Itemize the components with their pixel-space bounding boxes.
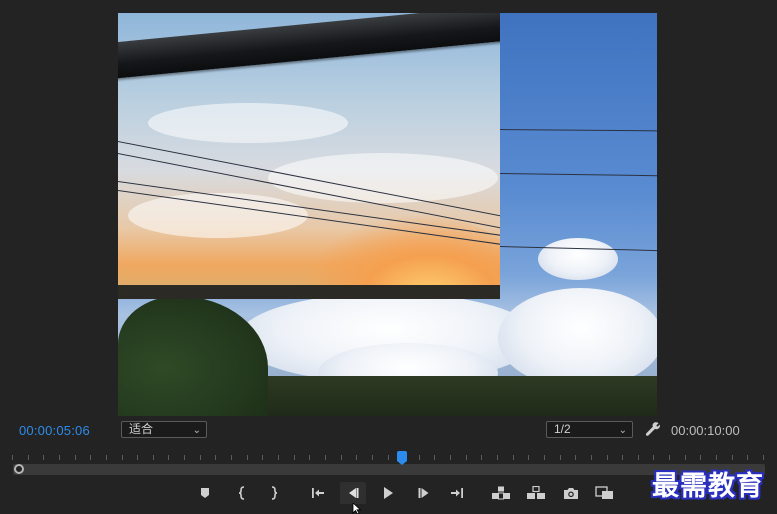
ruler-tick	[200, 455, 201, 460]
ruler-tick	[215, 455, 216, 460]
ruler-tick	[294, 455, 295, 460]
add-marker-button[interactable]	[192, 482, 218, 504]
ruler-tick	[528, 455, 529, 460]
mark-out-icon	[271, 486, 278, 500]
ruler-tick	[278, 455, 279, 460]
mark-in-button[interactable]	[229, 482, 255, 504]
ruler-tick	[591, 455, 592, 460]
ruler-tick	[732, 455, 733, 460]
ruler-tick	[247, 455, 248, 460]
ruler-tick	[638, 455, 639, 460]
step-forward-button[interactable]	[411, 482, 437, 504]
dark-treeline	[118, 285, 500, 299]
monitor-info-row: 00:00:05:06 适合 ⌄ 1/2 ⌄ 00:00:10:00	[0, 418, 777, 442]
playhead[interactable]	[397, 451, 407, 465]
ruler-tick	[544, 455, 545, 460]
ruler-tick	[575, 455, 576, 460]
ruler-tick	[481, 455, 482, 460]
wrench-icon[interactable]	[645, 421, 661, 437]
steel-beam	[118, 13, 500, 79]
ruler-tick	[309, 455, 310, 460]
time-ruler[interactable]	[12, 447, 765, 461]
ruler-tick	[434, 455, 435, 460]
ruler-tick	[716, 455, 717, 460]
ruler-tick	[231, 455, 232, 460]
ruler-tick	[122, 455, 123, 460]
go-to-out-icon	[451, 488, 463, 498]
ruler-tick	[184, 455, 185, 460]
step-back-button[interactable]	[340, 482, 366, 504]
cloud	[128, 193, 308, 238]
ruler-tick	[341, 455, 342, 460]
export-frame-button[interactable]	[558, 482, 584, 504]
chevron-down-icon: ⌄	[618, 425, 627, 436]
ruler-tick	[419, 455, 420, 460]
ruler-tick	[59, 455, 60, 460]
ruler-tick	[106, 455, 107, 460]
play-button[interactable]	[375, 482, 401, 504]
ruler-tick	[685, 455, 686, 460]
ruler-tick	[90, 455, 91, 460]
step-forward-icon	[418, 488, 429, 498]
ruler-tick	[356, 455, 357, 460]
cloud	[148, 103, 348, 143]
ruler-tick	[497, 455, 498, 460]
step-back-icon	[349, 488, 359, 498]
chevron-down-icon: ⌄	[192, 425, 201, 436]
playback-resolution-select[interactable]: 1/2 ⌄	[546, 421, 633, 438]
ruler-tick	[372, 455, 373, 460]
ruler-tick	[43, 455, 44, 460]
ruler-tick	[262, 455, 263, 460]
go-to-in-button[interactable]	[305, 482, 331, 504]
ruler-tick	[622, 455, 623, 460]
ruler-tick	[560, 455, 561, 460]
cloud	[498, 288, 657, 388]
mark-out-button[interactable]	[261, 482, 287, 504]
extract-icon	[527, 486, 545, 499]
ruler-tick	[388, 455, 389, 460]
ruler-tick	[28, 455, 29, 460]
go-to-out-button[interactable]	[444, 482, 470, 504]
go-to-in-icon	[312, 488, 324, 498]
ruler-tick	[747, 455, 748, 460]
marker-icon	[201, 488, 209, 498]
mark-in-icon	[238, 486, 245, 500]
zoom-level-value: 适合	[129, 422, 154, 436]
current-timecode[interactable]: 00:00:05:06	[19, 423, 90, 438]
duration-timecode: 00:00:10:00	[671, 423, 740, 438]
extract-button[interactable]	[523, 482, 549, 504]
compare-icon	[595, 486, 613, 499]
ruler-tick	[763, 455, 764, 460]
program-monitor: 00:00:05:06 适合 ⌄ 1/2 ⌄ 00:00:10:00 最需教育	[0, 0, 777, 514]
zoom-scroll-handle[interactable]	[14, 464, 24, 474]
ruler-tick	[75, 455, 76, 460]
ruler-tick	[153, 455, 154, 460]
ruler-tick	[168, 455, 169, 460]
camera-icon	[564, 487, 578, 499]
play-icon	[384, 487, 393, 499]
ruler-tick	[12, 455, 13, 460]
ruler-tick	[466, 455, 467, 460]
overlay-clip-sunset[interactable]	[118, 13, 500, 299]
mouse-cursor-icon	[352, 503, 362, 514]
ruler-tick	[450, 455, 451, 460]
ruler-tick	[700, 455, 701, 460]
lift-button[interactable]	[488, 482, 514, 504]
ruler-tick	[513, 455, 514, 460]
ruler-tick	[653, 455, 654, 460]
ruler-tick	[325, 455, 326, 460]
video-preview[interactable]	[118, 13, 657, 416]
lift-icon	[492, 486, 510, 500]
playback-resolution-value: 1/2	[554, 422, 571, 436]
watermark-logo: 最需教育	[652, 471, 764, 502]
ruler-tick	[607, 455, 608, 460]
zoom-level-select[interactable]: 适合 ⌄	[121, 421, 207, 438]
cloud	[538, 238, 618, 280]
compare-view-button[interactable]	[592, 482, 618, 504]
ruler-tick	[137, 455, 138, 460]
ruler-tick	[669, 455, 670, 460]
